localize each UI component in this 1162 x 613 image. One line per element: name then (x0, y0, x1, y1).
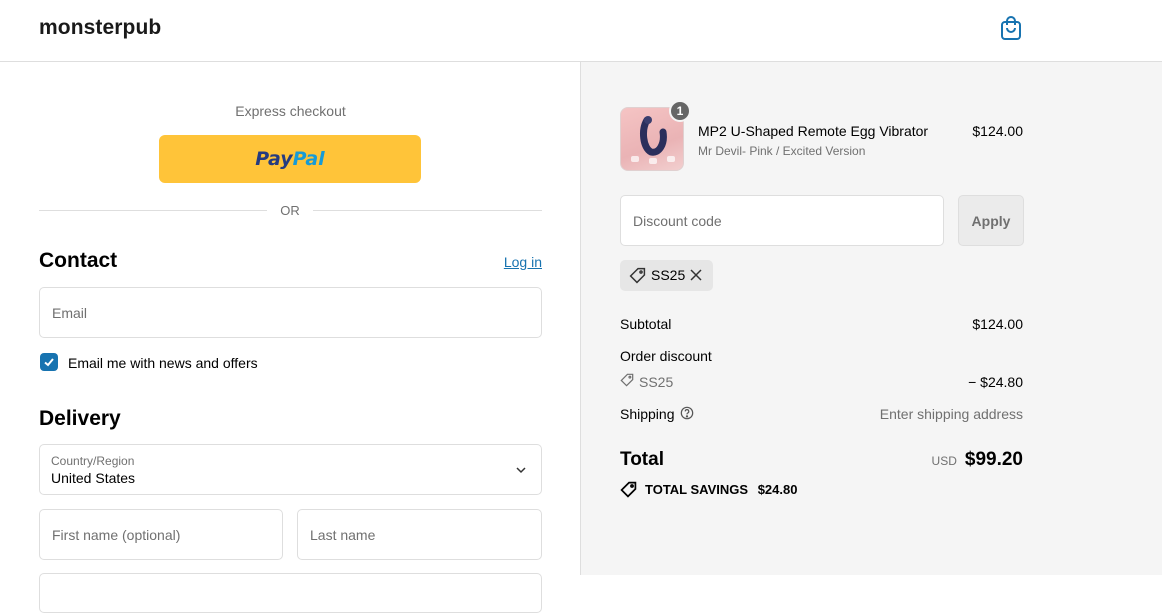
address-field[interactable] (39, 573, 542, 613)
checkout-form: Express checkout Pay Pal OR Contact Log i… (0, 62, 581, 613)
product-price: $124.00 (972, 123, 1023, 139)
divider (313, 210, 542, 211)
total-value: $99.20 (964, 449, 1023, 470)
applied-discount-tag: SS25 (620, 260, 713, 291)
total-amount: USD $99.20 (932, 449, 1023, 471)
last-name-placeholder: Last name (310, 526, 376, 543)
first-name-placeholder: First name (optional) (52, 526, 181, 543)
express-checkout-label: Express checkout (235, 103, 346, 119)
login-link[interactable]: Log in (504, 254, 542, 270)
first-name-field[interactable]: First name (optional) (39, 509, 283, 560)
or-separator: OR (280, 203, 300, 218)
quantity-badge: 1 (669, 100, 691, 122)
brand-logo[interactable]: monsterpub (39, 16, 161, 40)
savings-tag-icon (620, 481, 637, 498)
divider (39, 210, 267, 211)
paypal-logo-pay: Pay (255, 148, 293, 170)
newsletter-label: Email me with news and offers (68, 355, 258, 371)
total-label: Total (620, 449, 664, 470)
header: monsterpub (0, 0, 1162, 62)
paypal-button[interactable]: Pay Pal (159, 135, 421, 183)
discount-value: − $24.80 (968, 374, 1023, 390)
newsletter-checkbox[interactable] (40, 353, 58, 371)
email-placeholder: Email (52, 304, 88, 321)
subtotal-label: Subtotal (620, 316, 672, 332)
discount-placeholder: Discount code (633, 212, 722, 229)
contact-heading: Contact (39, 249, 118, 272)
order-summary: 1 MP2 U-Shaped Remote Egg Vibrator Mr De… (580, 62, 1162, 575)
shipping-value: Enter shipping address (879, 406, 1023, 422)
tag-icon (629, 267, 646, 284)
order-discount-label: Order discount (620, 348, 712, 364)
paypal-logo-pal: Pal (292, 148, 325, 170)
subtotal-value: $124.00 (972, 316, 1023, 332)
currency-code: USD (931, 454, 957, 468)
delivery-heading: Delivery (39, 407, 121, 430)
country-value: United States (51, 470, 136, 486)
check-icon (44, 358, 54, 367)
tag-icon (620, 373, 634, 387)
product-name: MP2 U-Shaped Remote Egg Vibrator (698, 123, 929, 139)
last-name-field[interactable]: Last name (297, 509, 542, 560)
total-savings: TOTAL SAVINGS $24.80 (645, 482, 797, 497)
country-label: Country/Region (51, 454, 135, 468)
applied-discount-code: SS25 (651, 267, 686, 283)
shipping-label: Shipping (620, 406, 675, 422)
discount-code-field[interactable]: Discount code (620, 195, 944, 246)
product-variant: Mr Devil- Pink / Excited Version (698, 144, 866, 158)
apply-button[interactable]: Apply (958, 195, 1024, 246)
chevron-down-icon (516, 467, 526, 474)
discount-code-line: SS25 (639, 374, 674, 390)
country-select[interactable]: Country/Region United States (39, 444, 542, 495)
savings-label: TOTAL SAVINGS (645, 482, 749, 497)
savings-value: $24.80 (757, 482, 798, 497)
email-field[interactable]: Email (39, 287, 542, 338)
shopping-bag-icon[interactable] (999, 15, 1023, 41)
close-icon[interactable] (690, 269, 702, 281)
help-circle-icon[interactable] (680, 406, 694, 420)
